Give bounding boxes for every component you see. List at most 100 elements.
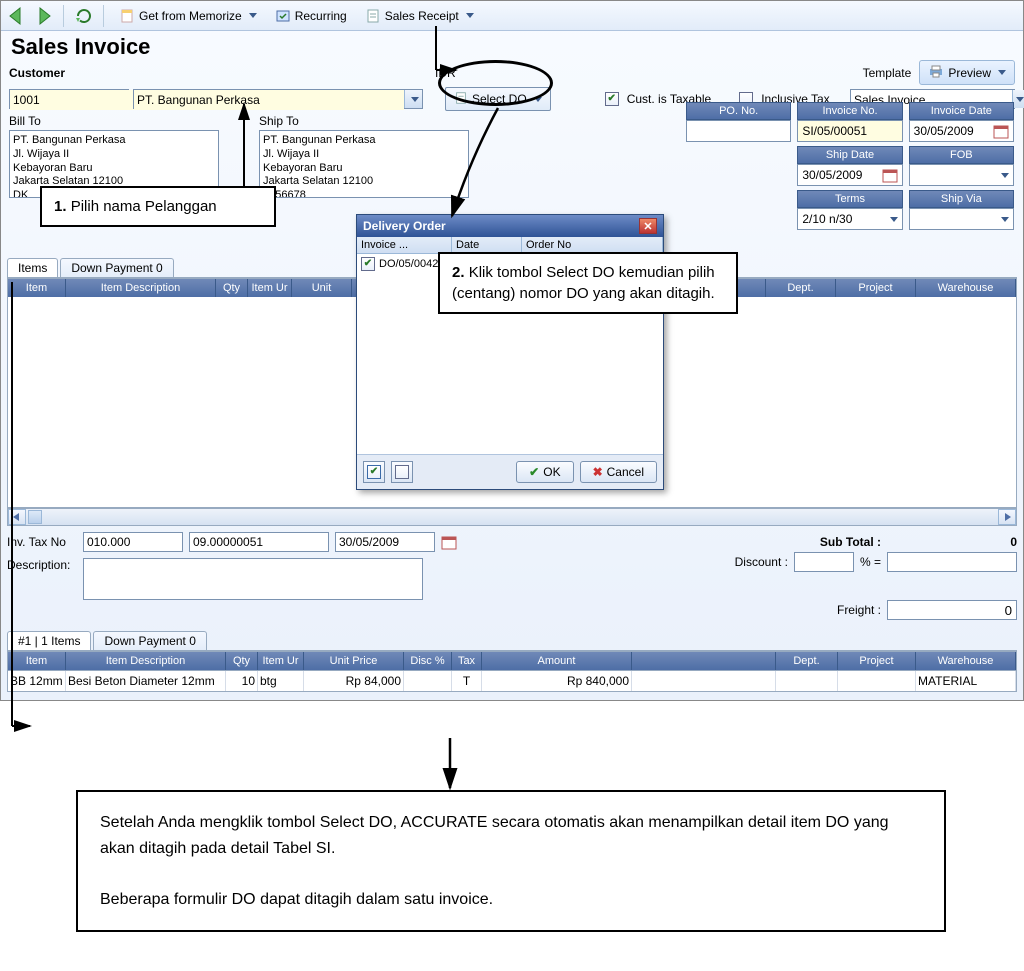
recurring-icon [275,8,291,24]
description-input[interactable] [83,558,423,600]
tax-no-2-input[interactable] [189,532,329,552]
subtotal-value: 0 [887,535,1017,549]
cell-qty: 10 [226,671,258,691]
sales-receipt-button[interactable]: Sales Receipt [359,5,480,27]
select-do-button[interactable]: Select DO [445,87,551,111]
cell-price: Rp 84,000 [304,671,404,691]
chevron-down-icon [534,97,542,102]
chevron-down-icon [1016,97,1024,102]
chevron-down-icon [890,217,898,222]
tab-down-payment[interactable]: Down Payment 0 [60,258,173,277]
close-button[interactable]: ✕ [639,218,657,234]
terms-input[interactable]: 2/10 n/30 [797,208,902,230]
col-warehouse[interactable]: Warehouse [916,652,1016,670]
po-no-input[interactable] [686,120,791,142]
ok-button[interactable]: ✔ OK [516,461,573,483]
nav-back-button[interactable] [5,5,27,27]
page-title: Sales Invoice [1,31,1023,60]
recurring-button[interactable]: Recurring [269,5,353,27]
col-unit[interactable]: Item Ur [248,279,292,297]
nav-forward-button[interactable] [33,5,55,27]
col-item[interactable]: Item [8,279,66,297]
col-unit[interactable]: Item Ur [258,652,304,670]
col-desc[interactable]: Item Description [66,279,216,297]
get-from-memorize-button[interactable]: Get from Memorize [113,5,263,27]
col-qty[interactable]: Qty [226,652,258,670]
calendar-icon[interactable] [993,123,1009,139]
discount-pct-input[interactable] [794,552,854,572]
invoice-date-header: Invoice Date [909,102,1014,120]
invoice-date-input[interactable]: 30/05/2009 [909,120,1014,142]
tax-date-input[interactable] [335,532,435,552]
fob-header: FOB [909,146,1014,164]
result-grid: Item Item Description Qty Item Ur Unit P… [7,651,1017,671]
freight-label: Freight : [837,603,881,617]
invoice-no-input[interactable]: SI/05/00051 [797,120,902,142]
cell-tax: T [452,671,482,691]
ship-date-input[interactable]: 30/05/2009 [797,164,902,186]
dlg-col-order[interactable]: Order No [522,237,663,253]
dialog-titlebar[interactable]: Delivery Order ✕ [357,215,663,237]
callout-1: 1. Pilih nama Pelanggan [40,186,276,227]
col-project[interactable]: Project [838,652,916,670]
ship-date-header: Ship Date [797,146,902,164]
sales-receipt-icon [365,8,381,24]
tab-items[interactable]: Items [7,258,58,277]
select-all-button[interactable]: ✔ [363,461,385,483]
customer-code-dropdown[interactable] [9,89,129,109]
scroll-left-button[interactable] [8,509,26,525]
horizontal-scrollbar[interactable] [7,508,1017,526]
refresh-button[interactable] [73,5,95,27]
chevron-down-icon [249,13,257,18]
do-row-checkbox[interactable]: ✔ [361,257,375,271]
calendar-icon[interactable] [441,534,457,550]
cancel-button[interactable]: ✖ Cancel [580,461,657,483]
customer-name-input[interactable] [134,90,404,110]
discount-amount-input[interactable] [887,552,1017,572]
dlg-col-invoice[interactable]: Invoice ... [357,237,452,253]
dialog-title: Delivery Order [363,219,446,233]
col-desc[interactable]: Item Description [66,652,226,670]
dropdown-knob[interactable] [404,90,422,108]
chevron-down-icon [411,97,419,102]
fob-input[interactable] [909,164,1014,186]
col-tax[interactable]: Tax [452,652,482,670]
col-qty[interactable]: Qty [216,279,248,297]
deselect-all-button[interactable] [391,461,413,483]
customer-label: Customer [9,66,65,80]
dlg-col-date[interactable]: Date [452,237,522,253]
close-icon: ✖ [593,465,603,479]
freight-input[interactable] [887,600,1017,620]
tax-no-1-input[interactable] [83,532,183,552]
col-amount[interactable]: Amount [482,652,632,670]
calendar-icon[interactable] [882,167,898,183]
cell-desc: Besi Beton Diameter 12mm [66,671,226,691]
result-grid-row[interactable]: BB 12mm Besi Beton Diameter 12mm 10 btg … [7,671,1017,692]
col-dept[interactable]: Dept. [766,279,836,297]
col-disc[interactable]: Disc % [404,652,452,670]
customer-name-dropdown[interactable] [133,89,423,109]
col-dept[interactable]: Dept. [776,652,838,670]
callout-2: 2. Klik tombol Select DO kemudian pilih … [438,252,738,314]
ship-to-box[interactable]: PT. Bangunan Perkasa Jl. Wijaya II Kebay… [259,130,469,198]
printer-icon [928,63,944,82]
cust-taxable-checkbox[interactable]: ✔ [605,92,619,106]
scroll-right-button[interactable] [998,509,1016,525]
tab-result-items[interactable]: #1 | 1 Items [7,631,91,650]
cell-amount: Rp 840,000 [482,671,632,691]
subtotal-label: Sub Total : [820,535,881,549]
tab-result-dp[interactable]: Down Payment 0 [93,631,206,650]
col-project[interactable]: Project [836,279,916,297]
sales-receipt-label: Sales Receipt [385,9,459,23]
col-blank [632,652,776,670]
col-warehouse[interactable]: Warehouse [916,279,1016,297]
col-5[interactable]: Unit [292,279,352,297]
doc-icon [119,8,135,24]
preview-button[interactable]: Preview [919,60,1015,85]
invoice-meta-grid: PO. No. Invoice No. Invoice Date SI/05/0… [686,102,1014,234]
ship-via-input[interactable] [909,208,1014,230]
col-item[interactable]: Item [8,652,66,670]
scroll-thumb[interactable] [28,510,42,524]
col-price[interactable]: Unit Price [304,652,404,670]
recurring-label: Recurring [295,9,347,23]
